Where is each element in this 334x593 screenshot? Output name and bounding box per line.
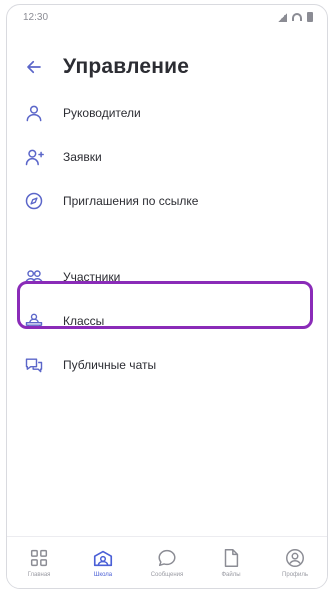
nav-label: Школа xyxy=(93,572,113,578)
menu-item-label: Руководители xyxy=(63,106,141,120)
arrow-left-icon xyxy=(27,60,41,74)
group-icon xyxy=(23,266,45,288)
nav-item-profile[interactable]: Профиль xyxy=(267,538,323,588)
signal-icon xyxy=(278,12,287,22)
nav-item-messages[interactable]: Сообщения xyxy=(139,538,195,588)
nav-label: Главная xyxy=(27,572,51,578)
grid-icon xyxy=(30,549,48,567)
person-icon xyxy=(23,102,45,124)
battery-icon xyxy=(307,12,313,22)
page-title: Управление xyxy=(63,55,190,78)
status-time: 12:30 xyxy=(23,11,49,23)
menu-item-classes[interactable]: Классы xyxy=(7,299,327,343)
classes-icon xyxy=(23,310,45,332)
menu-item-participants[interactable]: Участники xyxy=(7,255,327,299)
wifi-icon xyxy=(292,13,302,21)
management-menu: Руководители Заявки Приглашения по ссылк… xyxy=(7,91,327,387)
menu-item-requests[interactable]: Заявки xyxy=(7,135,327,179)
menu-item-label: Участники xyxy=(63,270,121,284)
profile-icon xyxy=(286,549,304,567)
compass-icon xyxy=(23,190,45,212)
back-button[interactable] xyxy=(15,48,53,86)
menu-item-invite-links[interactable]: Приглашения по ссылке xyxy=(7,179,327,223)
person-add-icon xyxy=(23,146,45,168)
school-icon xyxy=(93,550,113,567)
bottom-navigation: Главная Школа Сообщения Файлы Профиль xyxy=(7,536,327,588)
status-icons xyxy=(278,12,313,22)
menu-item-leaders[interactable]: Руководители xyxy=(7,91,327,135)
menu-item-label: Публичные чаты xyxy=(63,358,157,372)
nav-item-files[interactable]: Файлы xyxy=(203,538,259,588)
nav-item-school[interactable]: Школа xyxy=(75,538,131,588)
nav-label: Профиль xyxy=(282,572,308,578)
phone-frame: 12:30 Управление Руководители Заявки При… xyxy=(6,4,328,589)
nav-label: Файлы xyxy=(221,572,241,578)
menu-item-label: Заявки xyxy=(63,150,102,164)
file-icon xyxy=(224,549,239,567)
menu-spacer xyxy=(7,223,327,255)
chat-icon xyxy=(158,549,176,567)
header: Управление xyxy=(7,45,327,89)
nav-item-home[interactable]: Главная xyxy=(11,538,67,588)
status-bar: 12:30 xyxy=(7,5,327,29)
menu-item-label: Классы xyxy=(63,314,105,328)
chats-icon xyxy=(23,354,45,376)
menu-item-public-chats[interactable]: Публичные чаты xyxy=(7,343,327,387)
nav-label: Сообщения xyxy=(150,572,184,578)
menu-item-label: Приглашения по ссылке xyxy=(63,194,199,208)
